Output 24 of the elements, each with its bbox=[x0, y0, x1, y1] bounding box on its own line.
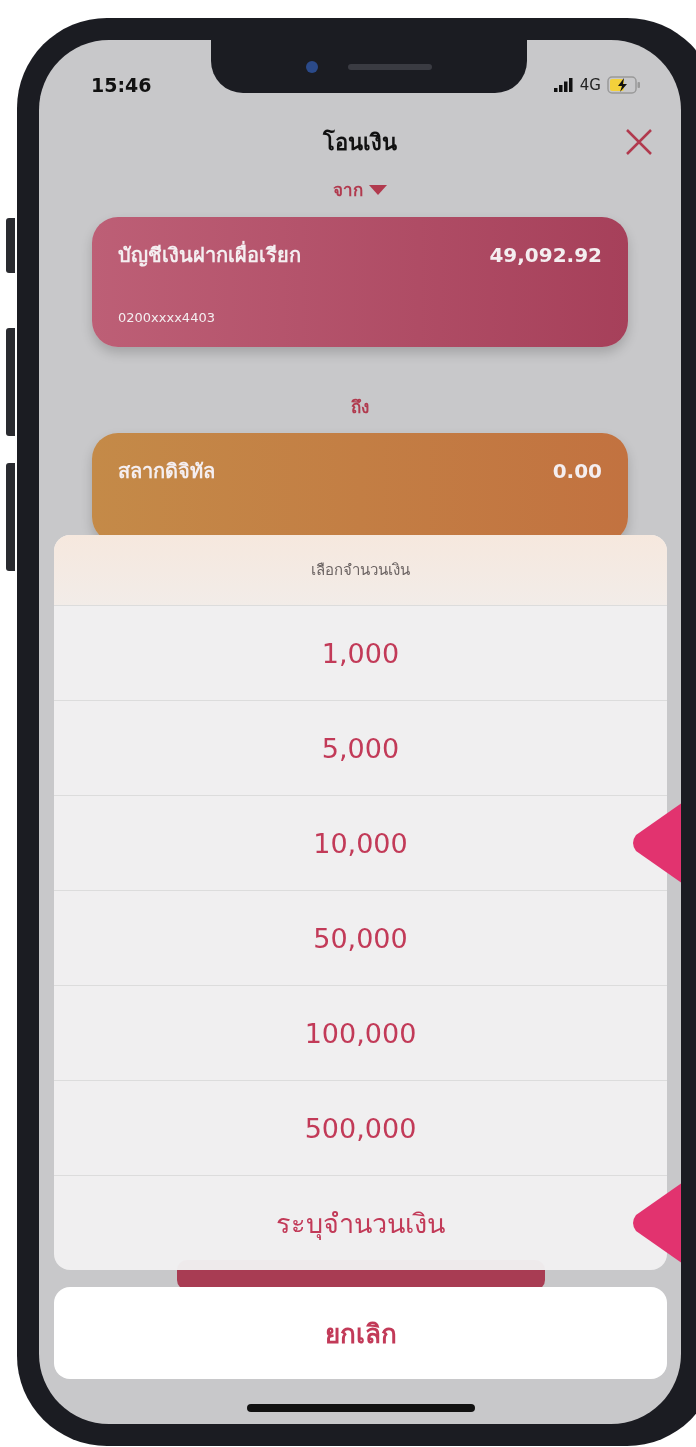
network-label: 4G bbox=[579, 76, 601, 94]
caret-icon[interactable] bbox=[369, 184, 387, 195]
status-time: 15:46 bbox=[91, 74, 152, 96]
amount-option[interactable]: 1,000 bbox=[54, 606, 667, 700]
account-balance: 49,092.92 bbox=[489, 243, 602, 267]
account-name: บัญชีเงินฝากเผื่อเรียก bbox=[118, 240, 301, 269]
cancel-button[interactable]: ยกเลิก bbox=[54, 1287, 667, 1379]
amount-option[interactable]: 100,000 bbox=[54, 986, 667, 1080]
account-number: 0200xxxx4403 bbox=[118, 310, 216, 325]
amount-option[interactable]: 5,000 bbox=[54, 701, 667, 795]
camera-icon bbox=[306, 60, 318, 73]
sheet-title: เลือกจำนวนเงิน bbox=[311, 560, 410, 581]
account-balance: 0.00 bbox=[552, 459, 602, 483]
close-icon[interactable] bbox=[625, 128, 653, 156]
amount-option[interactable]: 50,000 bbox=[54, 891, 667, 985]
amount-option[interactable]: 500,000 bbox=[54, 1081, 667, 1175]
account-name: สลากดิจิทัล bbox=[118, 458, 215, 485]
account-card[interactable]: บัญชีเงินฝากเผื่อเรียก 49,092.92 0200xxxx4403 bbox=[92, 217, 628, 347]
speaker-icon bbox=[348, 63, 432, 70]
to-label: ถึง bbox=[351, 395, 369, 419]
from-label[interactable]: จาก bbox=[333, 176, 363, 203]
signal-icon bbox=[553, 78, 574, 92]
battery-icon bbox=[607, 76, 641, 94]
screen-title: โอนเงิน bbox=[323, 128, 397, 157]
